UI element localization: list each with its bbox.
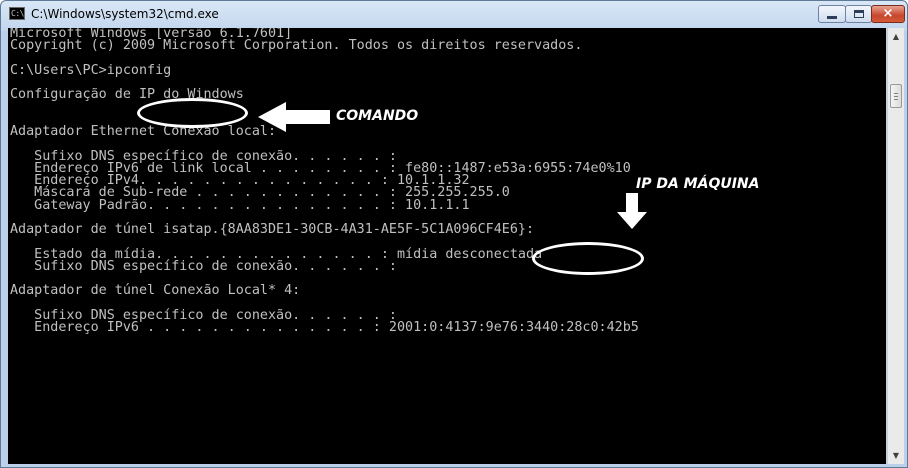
ip-annotation-label: IP DA MÁQUINA — [636, 176, 760, 192]
ip-arrow-icon — [617, 193, 647, 229]
annotation-arrows — [258, 102, 647, 229]
command-arrow-icon — [258, 102, 330, 132]
command-annotation-label: COMANDO — [336, 108, 419, 124]
ip-highlight-ellipse — [532, 242, 644, 275]
